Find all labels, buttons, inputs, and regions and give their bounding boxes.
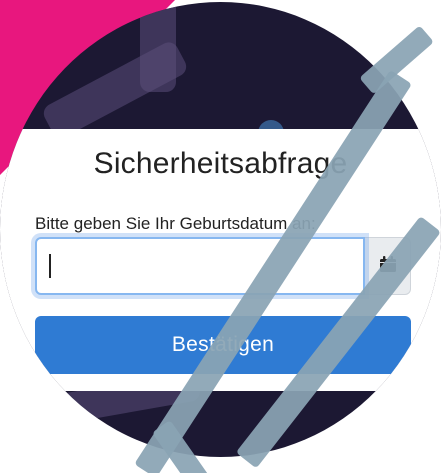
text-caret (49, 254, 51, 278)
birthdate-label: Bitte geben Sie Ihr Geburtsdatum an: (35, 214, 316, 233)
screenshot-stage: Sicherheitsabfrage Bitte geben Sie Ihr G… (0, 0, 441, 473)
birthdate-input[interactable] (35, 237, 365, 295)
birthdate-input-group (35, 237, 411, 295)
dialog-title: Sicherheitsabfrage (93, 147, 348, 180)
